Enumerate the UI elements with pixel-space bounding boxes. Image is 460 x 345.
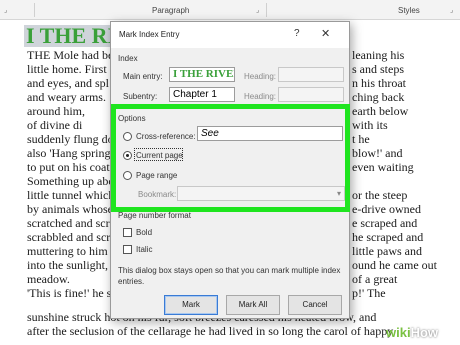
- dialog-launcher-icon[interactable]: ⌟: [4, 6, 7, 14]
- subentry-heading-field[interactable]: [278, 87, 344, 102]
- main-entry-value: I THE RIVER BANK: [173, 68, 234, 80]
- watermark-how: How: [410, 325, 439, 340]
- dialog-note: entries.: [118, 277, 145, 286]
- document-line: around him,: [27, 104, 85, 118]
- index-section-label: Index: [118, 54, 138, 63]
- document-line: 'This is fine!' he s: [27, 286, 112, 300]
- document-line: t he: [352, 132, 370, 146]
- document-line: leaning his: [352, 48, 405, 62]
- ribbon-strip: ⌟ Paragraph ⌟ Styles ⌟: [0, 0, 460, 20]
- help-icon[interactable]: ?: [294, 28, 300, 39]
- options-highlight-box: [111, 104, 350, 212]
- document-line: p!' The: [352, 286, 386, 300]
- document-line: blow!' and: [352, 146, 403, 160]
- document-line: also 'Hang spring: [27, 146, 111, 160]
- document-line: e-drive owned: [352, 202, 421, 216]
- document-line: scrabbled and scr: [27, 230, 111, 244]
- watermark-wiki: wiki: [386, 325, 411, 340]
- cancel-button[interactable]: Cancel: [288, 295, 342, 315]
- document-line: meadow.: [27, 272, 70, 286]
- ribbon-separator: [266, 3, 267, 17]
- document-line: even waiting: [352, 160, 414, 174]
- document-line: by animals whose: [27, 202, 113, 216]
- mark-all-button[interactable]: Mark All: [226, 295, 280, 315]
- document-line: ound he came out: [352, 258, 437, 272]
- document-line: ching back: [352, 90, 405, 104]
- document-line: Something up abo: [27, 174, 115, 188]
- document-line: n his throat: [352, 76, 406, 90]
- document-line: scratched and scr: [27, 216, 110, 230]
- document-line: of a great: [352, 272, 398, 286]
- dialog-title: Mark Index Entry: [119, 30, 180, 39]
- italic-label: Italic: [136, 245, 153, 254]
- italic-checkbox[interactable]: [123, 245, 132, 254]
- document-line: little tunnel which: [27, 188, 115, 202]
- document-line: s and steps: [352, 62, 404, 76]
- subentry-field[interactable]: Chapter 1: [169, 87, 235, 102]
- document-line: and weary arms.: [27, 90, 106, 104]
- document-line: earth below: [352, 104, 409, 118]
- document-line: e scraped and: [352, 216, 418, 230]
- document-line: little paws and: [352, 244, 422, 258]
- document-line: and eyes, and spl: [27, 76, 109, 90]
- bold-label: Bold: [136, 228, 153, 237]
- document-line: or the steep: [352, 188, 408, 202]
- ribbon-group-styles: Styles: [398, 6, 420, 15]
- main-entry-label: Main entry:: [123, 72, 163, 81]
- document-line: with its: [352, 118, 388, 132]
- dialog-titlebar: Mark Index Entry ? ✕: [111, 22, 349, 48]
- page-number-format-label: Page number format: [118, 211, 191, 220]
- document-line: into the sunlight,: [27, 258, 108, 272]
- document-line: suddenly flung do: [27, 132, 114, 146]
- ribbon-group-paragraph: Paragraph: [152, 6, 190, 15]
- document-line: of divine di: [27, 118, 83, 132]
- paragraph-launcher-icon[interactable]: ⌟: [256, 6, 259, 14]
- styles-launcher-icon[interactable]: ⌟: [450, 6, 453, 14]
- wikihow-watermark: wikiHow: [386, 325, 438, 340]
- ribbon-separator: [34, 3, 35, 17]
- main-entry-heading-label: Heading:: [244, 72, 277, 81]
- subentry-label: Subentry:: [123, 92, 158, 101]
- close-icon[interactable]: ✕: [321, 27, 330, 40]
- bold-checkbox[interactable]: [123, 228, 132, 237]
- mark-button[interactable]: Mark: [164, 295, 218, 315]
- main-entry-heading-field[interactable]: [278, 67, 344, 82]
- dialog-note: This dialog box stays open so that you c…: [118, 266, 341, 275]
- main-entry-field[interactable]: I THE RIVER BANK: [169, 67, 235, 82]
- document-line: to put on his coat: [27, 160, 110, 174]
- subentry-heading-label: Heading:: [244, 92, 277, 101]
- document-line: he scraped and: [352, 230, 424, 244]
- document-line: after the seclusion of the cellarage he …: [27, 324, 394, 338]
- document-line: little home. First: [27, 62, 107, 76]
- document-line: muttering to him: [27, 244, 108, 258]
